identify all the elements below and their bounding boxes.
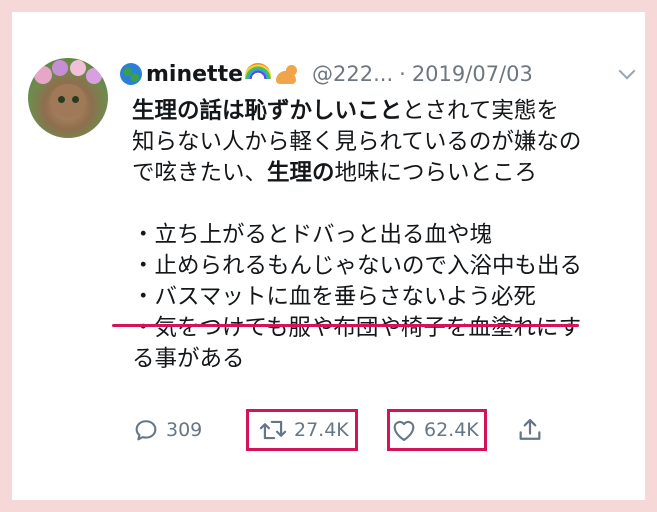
flower-crown-decoration [70,60,86,76]
tweet-line: で呟きたい、生理の地味につらいところ [132,158,622,189]
text-span: 地味につらいところ [334,160,538,186]
text-span: 知らない人から軽く見られているのが嫌なの [132,129,582,155]
rainbow-emoji-icon [245,63,272,79]
like-count: 62.4K [424,419,479,441]
reply-button[interactable]: 309 [132,412,202,448]
tweet-header: minette @222... · 2019/07/03 [120,56,639,92]
globe-emoji-icon [120,63,142,85]
tweet-line: 知らない人から軽く見られているのが嫌なの [132,127,622,158]
tweet-actions: 309 27.4K 62.4K [132,412,592,448]
heart-outline-icon [390,416,418,444]
avatar[interactable] [28,58,108,138]
tweet-date[interactable]: 2019/07/03 [412,62,533,86]
flower-crown-decoration [52,60,68,76]
cat-eye-decoration [58,96,65,103]
chevron-down-icon[interactable] [618,62,636,80]
share-button[interactable] [516,412,544,448]
cat-face-decoration [50,84,86,118]
flower-crown-decoration [86,68,102,84]
retweet-button[interactable]: 27.4K [258,412,349,448]
separator-dot: · [399,62,406,86]
tweet-text: 生理の話は恥ずかしいこととされて実態を 知らない人から軽く見られているのが嫌なの… [132,96,622,375]
like-button[interactable]: 62.4K [390,412,479,448]
bold-phrase: 生理の [267,160,335,186]
retweet-count: 27.4K [294,419,349,441]
cat-eye-decoration [72,96,79,103]
tweet-line-highlighted: ・バスマットに血を垂らさないよう必死 [132,284,536,310]
text-span: とされて実態を [402,98,559,124]
tweet-line: ・気をつけても服や布団や椅子を血塗れにす [132,315,582,341]
text-span: で呟きたい、 [132,160,268,186]
tweet-line: ・立ち上がるとドバっと出る血や塊 [132,222,493,248]
share-upload-icon [516,416,544,444]
retweet-arrows-icon [258,416,288,444]
bold-phrase: 生理の話は恥ずかしいこと [132,98,403,124]
flower-crown-decoration [34,66,52,84]
cat-emoji-icon [274,63,298,85]
user-handle[interactable]: @222... [312,62,393,86]
tweet-line: 生理の話は恥ずかしいこととされて実態を [132,96,622,127]
tweet-line: る事がある [132,346,245,372]
highlight-underline [112,324,579,327]
speech-bubble-icon [132,416,160,444]
tweet-line: ・止められるもんじゃないので入浴中も出る [132,253,583,279]
reply-count: 309 [166,419,203,441]
display-name[interactable]: minette [146,62,243,87]
